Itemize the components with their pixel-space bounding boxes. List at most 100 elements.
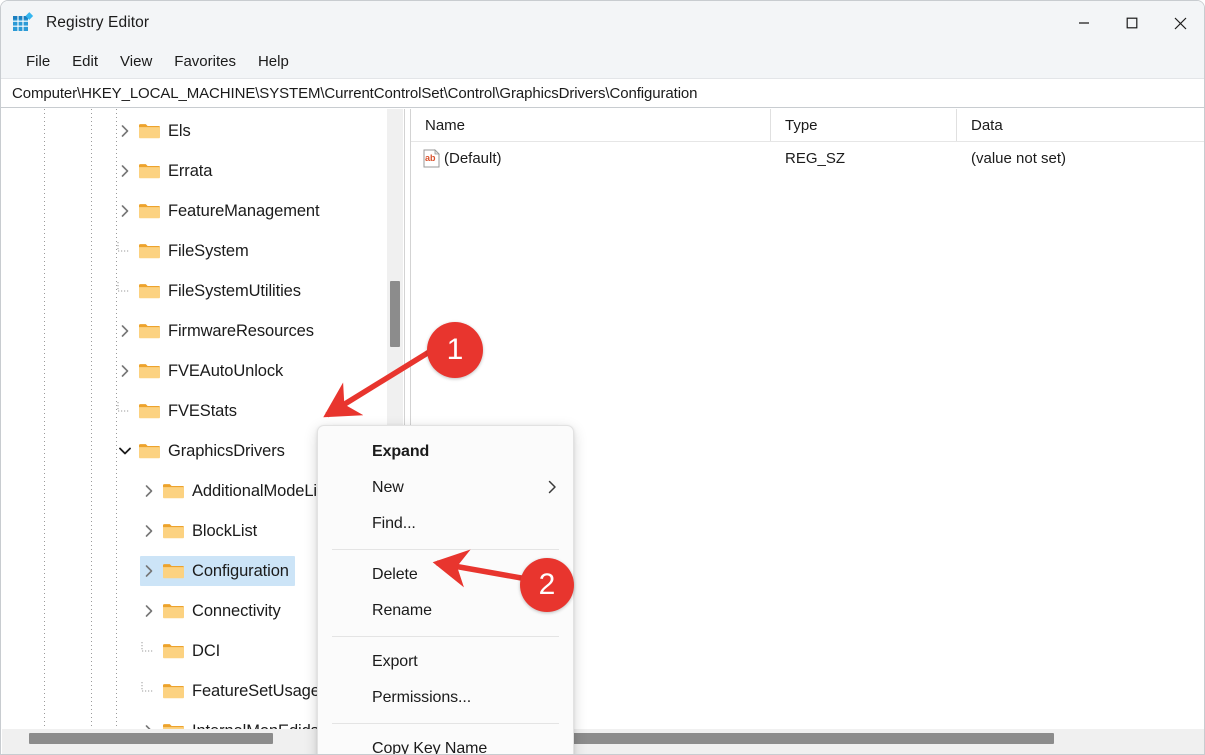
tree-item-blocklist[interactable]: BlockList: [1, 511, 263, 551]
menu-file[interactable]: File: [15, 49, 61, 74]
annotation-badge-2: 2: [520, 558, 574, 612]
chevron-right-icon[interactable]: [116, 322, 134, 340]
tree-item-label: DCI: [192, 641, 221, 660]
column-header-name[interactable]: Name: [411, 109, 771, 141]
chevron-right-icon[interactable]: [140, 562, 158, 580]
tree-item-featuremanagement[interactable]: FeatureManagement: [1, 191, 325, 231]
chevron-down-icon[interactable]: [116, 442, 134, 460]
tree-item-label: Errata: [168, 161, 213, 180]
title-bar: Registry Editor: [1, 1, 1204, 45]
tree-item-firmwareresources[interactable]: FirmwareResources: [1, 311, 320, 351]
minimize-button[interactable]: [1060, 1, 1108, 45]
menu-bar: File Edit View Favorites Help: [1, 45, 1204, 78]
folder-icon: [138, 282, 160, 300]
tree-item-els[interactable]: Els: [1, 111, 197, 151]
close-button[interactable]: [1156, 1, 1204, 45]
folder-icon: [138, 442, 160, 460]
menu-favorites[interactable]: Favorites: [163, 49, 247, 74]
tree-connector: [116, 242, 134, 260]
chevron-right-icon[interactable]: [116, 362, 134, 380]
context-menu-separator: [332, 549, 559, 550]
tree-item-label: Connectivity: [192, 601, 281, 620]
tree-item-dci[interactable]: DCI: [1, 631, 226, 671]
registry-editor-window: Registry Editor File Edit View Favorites Hel…: [0, 0, 1205, 755]
tree-connector: [140, 682, 158, 700]
context-menu-item-label: Delete: [372, 566, 418, 583]
window-controls: [1060, 1, 1204, 45]
tree-item-content: Configuration: [140, 556, 295, 586]
folder-icon: [162, 722, 184, 729]
folder-icon: [138, 402, 160, 420]
tree-item-connectivity[interactable]: Connectivity: [1, 591, 287, 631]
tree-item-fveautounlock[interactable]: FVEAutoUnlock: [1, 351, 289, 391]
context-menu-item-label: Export: [372, 653, 418, 670]
menu-help[interactable]: Help: [247, 49, 300, 74]
chevron-right-icon[interactable]: [140, 482, 158, 500]
context-menu-item-label: Expand: [372, 443, 430, 460]
tree-item-filesystemutilities[interactable]: FileSystemUtilities: [1, 271, 307, 311]
maximize-button[interactable]: [1108, 1, 1156, 45]
tree-item-graphicsdrivers[interactable]: GraphicsDrivers: [1, 431, 291, 471]
tree-item-content: DCI: [140, 642, 226, 661]
value-data-cell: (value not set): [971, 149, 1067, 167]
chevron-right-icon[interactable]: [140, 602, 158, 620]
tree-item-content: FirmwareResources: [116, 322, 320, 341]
tree-item-content: InternalMonEdids: [140, 722, 325, 730]
tree-item-configuration[interactable]: Configuration: [1, 551, 295, 591]
value-name-text: (Default): [444, 149, 502, 167]
svg-text:ab: ab: [425, 153, 436, 163]
context-menu-item-permissions[interactable]: Permissions...: [318, 680, 573, 716]
tree-item-errata[interactable]: Errata: [1, 151, 218, 191]
tree-item-internalmonedids[interactable]: InternalMonEdids: [1, 711, 325, 729]
value-name-cell: ab (Default): [411, 143, 771, 173]
annotation-badge-1: 1: [427, 322, 483, 378]
value-type-cell: REG_SZ: [785, 149, 846, 167]
chevron-right-icon[interactable]: [140, 522, 158, 540]
chevron-right-icon[interactable]: [140, 722, 158, 729]
chevron-right-icon[interactable]: [116, 122, 134, 140]
context-menu-item-new[interactable]: New: [318, 470, 573, 506]
menu-edit[interactable]: Edit: [61, 49, 109, 74]
tree-connector: [116, 402, 134, 420]
tree-item-content: Errata: [116, 162, 218, 181]
folder-icon: [138, 322, 160, 340]
tree-item-content: Connectivity: [140, 602, 287, 621]
tree-item-label: FeatureManagement: [168, 201, 320, 220]
context-menu-item-label: New: [372, 479, 404, 496]
context-menu-separator: [332, 636, 559, 637]
window-title: Registry Editor: [46, 14, 150, 31]
tree-item-featuresetusage[interactable]: FeatureSetUsage: [1, 671, 326, 711]
context-menu-item-label: Copy Key Name: [372, 740, 488, 755]
menu-view[interactable]: View: [109, 49, 163, 74]
folder-icon: [162, 602, 184, 620]
registry-path: Computer\HKEY_LOCAL_MACHINE\SYSTEM\Curre…: [12, 84, 698, 102]
tree-item-label: FileSystemUtilities: [168, 281, 301, 300]
folder-icon: [162, 682, 184, 700]
context-menu-item-copykeyname[interactable]: Copy Key Name: [318, 731, 573, 755]
column-header-type[interactable]: Type: [771, 109, 957, 141]
values-column-headers: Name Type Data: [411, 109, 1204, 142]
value-row[interactable]: ab (Default) REG_SZ (value not set): [411, 143, 1204, 173]
context-menu-item-expand[interactable]: Expand: [318, 434, 573, 470]
folder-icon: [162, 522, 184, 540]
tree-scrollbar-thumb[interactable]: [390, 281, 400, 347]
context-menu-item-export[interactable]: Export: [318, 644, 573, 680]
tree-item-filesystem[interactable]: FileSystem: [1, 231, 255, 271]
tree-item-label: FVEAutoUnlock: [168, 361, 284, 380]
tree-item-label: InternalMonEdids: [192, 722, 319, 730]
context-menu-item-label: Permissions...: [372, 689, 472, 706]
tree-item-label: AdditionalModeLists: [192, 481, 338, 500]
tree-hscrollbar-thumb[interactable]: [29, 733, 273, 744]
address-bar[interactable]: Computer\HKEY_LOCAL_MACHINE\SYSTEM\Curre…: [1, 78, 1204, 108]
tree-item-additionalmodelists[interactable]: AdditionalModeLists: [1, 471, 344, 511]
tree-item-content: FVEStats: [116, 402, 243, 421]
column-header-data[interactable]: Data: [957, 109, 1204, 141]
tree-item-fvestats[interactable]: FVEStats: [1, 391, 243, 431]
folder-icon: [138, 122, 160, 140]
chevron-right-icon[interactable]: [116, 162, 134, 180]
chevron-right-icon[interactable]: [116, 202, 134, 220]
context-menu-item-find[interactable]: Find...: [318, 506, 573, 542]
chevron-right-icon: [548, 480, 557, 497]
context-menu-item-label: Rename: [372, 602, 432, 619]
tree-item-content: FVEAutoUnlock: [116, 362, 289, 381]
